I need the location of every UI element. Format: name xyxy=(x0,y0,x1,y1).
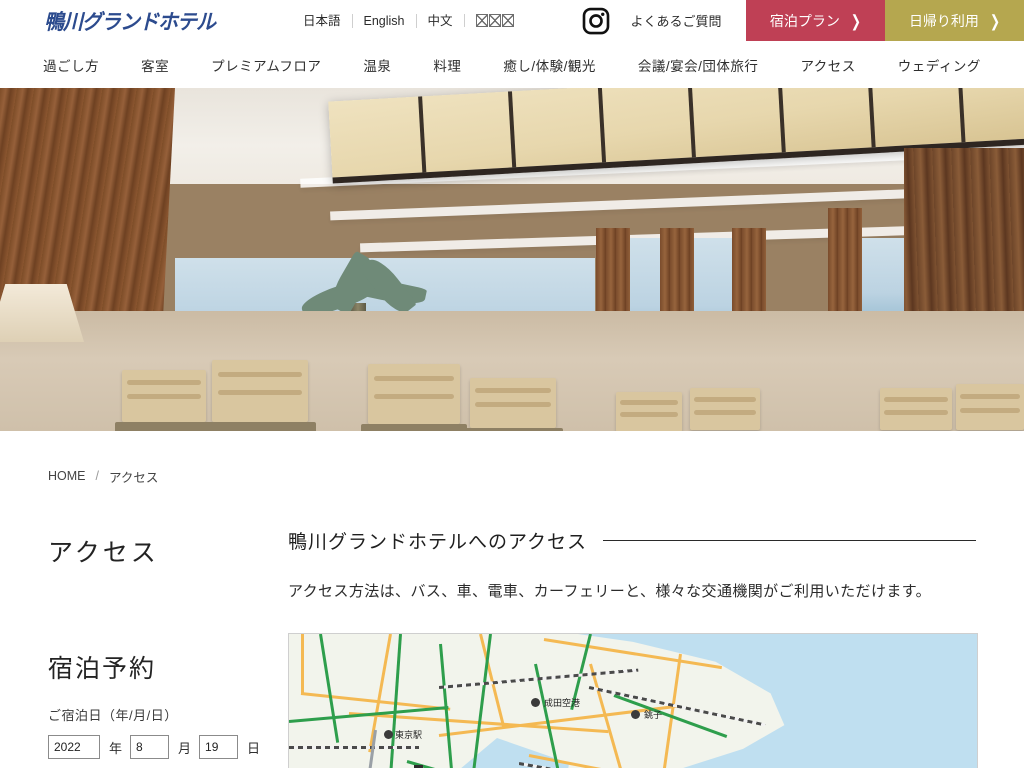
nav-item-wedding[interactable]: ウェディング xyxy=(877,55,1002,75)
missing-glyph-icon xyxy=(501,14,514,27)
hero-image xyxy=(0,88,1024,431)
booking-date-label: ご宿泊日（年/月/日） xyxy=(48,708,178,723)
nav-item-access[interactable]: アクセス xyxy=(779,55,876,75)
nav-item-iyashi-taiken-kanko[interactable]: 癒し/体験/観光 xyxy=(482,55,617,75)
missing-glyph-icon xyxy=(475,14,488,27)
hero-chair xyxy=(616,392,682,431)
booking-day-input[interactable] xyxy=(199,735,239,759)
map-dot-narita xyxy=(531,698,540,707)
lang-japanese[interactable]: 日本語 xyxy=(292,14,352,28)
booking-month-unit: 月 xyxy=(178,740,192,756)
lang-english[interactable]: English xyxy=(351,13,416,28)
main-column: 鴨川グランドホテルへのアクセス アクセス方法は、バス、車、電車、カーフェリーと、… xyxy=(288,521,978,768)
nav-item-ryori[interactable]: 料理 xyxy=(412,55,482,75)
cta-stay-plan[interactable]: 宿泊プラン ❯ xyxy=(745,0,885,41)
nav-item-kaigi-enkai-dantai[interactable]: 会議/宴会/団体旅行 xyxy=(617,55,780,75)
page-root: 鴨川グランドホテル 日本語 English 中文 よくあるご質問 宿泊プラン ❯… xyxy=(0,0,1024,768)
section-heading-text: 鴨川グランドホテルへのアクセス xyxy=(288,532,588,553)
hero-chair xyxy=(463,378,563,431)
map-label-choshi: 銚子 xyxy=(644,711,663,721)
nav-item-premium-floor[interactable]: プレミアムフロア xyxy=(190,55,342,75)
breadcrumb: HOME / アクセス xyxy=(0,431,1024,521)
section-lead-text: アクセス方法は、バス、車、電車、カーフェリーと、様々な交通機関がご利用いただけま… xyxy=(288,583,932,600)
map-dot-tokyo-station xyxy=(384,730,393,739)
missing-glyph-icon xyxy=(488,14,501,27)
header-cta-group: 宿泊プラン ❯ 日帰り利用 ❯ xyxy=(745,0,1024,41)
hero-banner xyxy=(0,88,1024,431)
hero-chair xyxy=(956,384,1024,430)
booking-day-unit: 日 xyxy=(247,740,261,756)
language-switcher: 日本語 English 中文 xyxy=(292,0,525,41)
hero-chair xyxy=(115,370,213,431)
booking-title: 宿泊予約 xyxy=(48,656,157,683)
access-map[interactable]: 成田空港 銚子 東京駅 xyxy=(288,633,978,768)
hero-chair xyxy=(360,364,468,431)
hero-chair xyxy=(690,388,760,430)
instagram-icon xyxy=(582,7,609,34)
sidebar: アクセス 宿泊予約 ご宿泊日（年/月/日） 年 月 日 xyxy=(48,521,288,768)
main-navigation: 過ごし方 客室 プレミアムフロア 温泉 料理 癒し/体験/観光 会議/宴会/団体… xyxy=(0,41,1024,88)
cta-day-use[interactable]: 日帰り利用 ❯ xyxy=(884,0,1024,41)
lang-korean[interactable] xyxy=(463,14,525,27)
lang-chinese[interactable]: 中文 xyxy=(415,13,464,28)
booking-widget: 宿泊予約 ご宿泊日（年/月/日） 年 月 日 xyxy=(48,649,288,759)
site-logo-text: 鴨川グランドホテル xyxy=(44,9,216,34)
page-title: アクセス xyxy=(48,540,159,567)
booking-year-unit: 年 xyxy=(109,740,123,756)
breadcrumb-current: アクセス xyxy=(108,470,159,485)
map-label-narita: 成田空港 xyxy=(544,699,581,709)
nav-item-sugoshikata[interactable]: 過ごし方 xyxy=(22,55,120,75)
map-label-tokyo-station: 東京駅 xyxy=(395,731,423,741)
instagram-link[interactable] xyxy=(581,0,611,41)
map-dot-choshi xyxy=(631,710,640,719)
booking-month-input[interactable] xyxy=(130,735,170,759)
breadcrumb-home[interactable]: HOME xyxy=(48,469,86,483)
cta-day-use-label: 日帰り利用 xyxy=(908,12,979,29)
nav-item-kyakushitsu[interactable]: 客室 xyxy=(120,55,190,75)
nav-item-onsen[interactable]: 温泉 xyxy=(342,55,412,75)
breadcrumb-separator: / xyxy=(95,469,99,483)
section-heading: 鴨川グランドホテルへのアクセス xyxy=(288,527,976,554)
faq-link[interactable]: よくあるご質問 xyxy=(631,0,722,41)
heading-rule xyxy=(603,540,976,541)
chevron-right-icon: ❯ xyxy=(989,11,1000,30)
booking-date-row: 年 月 日 xyxy=(48,735,288,759)
site-header: 鴨川グランドホテル 日本語 English 中文 よくあるご質問 宿泊プラン ❯… xyxy=(0,0,1024,41)
site-logo[interactable]: 鴨川グランドホテル xyxy=(0,0,250,41)
content-area: アクセス 宿泊予約 ご宿泊日（年/月/日） 年 月 日 鴨川グランドホテルへのア… xyxy=(0,521,1024,768)
cta-stay-plan-label: 宿泊プラン xyxy=(769,12,840,29)
hero-chair xyxy=(880,388,952,430)
chevron-right-icon: ❯ xyxy=(850,11,861,30)
hero-chair xyxy=(204,360,316,431)
booking-year-input[interactable] xyxy=(48,735,100,759)
